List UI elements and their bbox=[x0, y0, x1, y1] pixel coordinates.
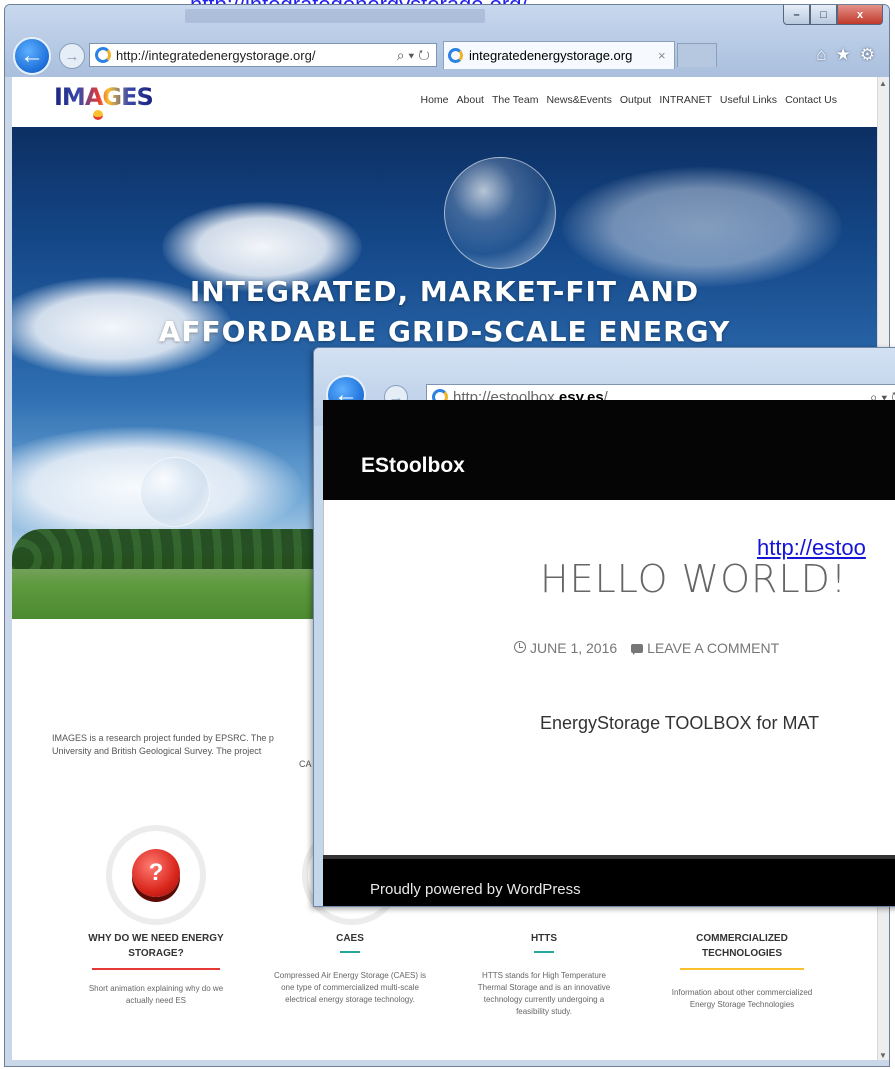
tab-title: integratedenergystorage.org bbox=[469, 48, 633, 63]
close-button[interactable]: x bbox=[837, 5, 883, 25]
forward-button[interactable]: → bbox=[59, 43, 85, 69]
desc-line: Short animation explaining why do we bbox=[88, 984, 224, 993]
nav-output[interactable]: Output bbox=[620, 94, 652, 106]
feature-title-line: TECHNOLOGIES bbox=[701, 948, 782, 959]
tab-close-icon[interactable]: × bbox=[658, 48, 674, 63]
post-date[interactable]: JUNE 1, 2016 bbox=[514, 640, 617, 656]
nav-contact-us[interactable]: Contact Us bbox=[785, 94, 837, 106]
settings-gear-icon[interactable]: ⚙ bbox=[860, 45, 875, 65]
nav-the-team[interactable]: The Team bbox=[492, 94, 539, 106]
feature-description: Information about other commercialized E… bbox=[640, 987, 844, 1011]
nav-news-events[interactable]: News&Events bbox=[546, 94, 611, 106]
site-footer: Proudly powered by WordPress bbox=[323, 855, 895, 906]
feature-title-line: CAES bbox=[336, 933, 364, 944]
comment-text: LEAVE A COMMENT bbox=[647, 640, 780, 656]
feature-divider bbox=[680, 968, 804, 970]
home-icon[interactable]: ⌂ bbox=[816, 45, 826, 65]
leave-comment-link[interactable]: LEAVE A COMMENT bbox=[631, 640, 779, 656]
scroll-up-icon[interactable]: ▲ bbox=[879, 79, 887, 88]
back-button[interactable]: ← bbox=[13, 37, 51, 75]
favorites-star-icon[interactable]: ★ bbox=[836, 45, 851, 65]
window-controls: – □ x bbox=[783, 5, 883, 25]
tab-integratedenergystorage[interactable]: integratedenergystorage.org × bbox=[443, 41, 675, 69]
desc-line: one type of commercialized multi-scale bbox=[281, 983, 419, 992]
powered-by-text[interactable]: Proudly powered by WordPress bbox=[370, 881, 581, 898]
feature-divider bbox=[534, 951, 554, 953]
desc-line: actually need ES bbox=[125, 996, 187, 1005]
feature-title[interactable]: COMMERCIALIZED TECHNOLOGIES bbox=[652, 931, 832, 961]
feature-title-line: STORAGE? bbox=[128, 948, 184, 959]
toolbar-icons: ⌂ ★ ⚙ bbox=[816, 45, 875, 65]
new-tab-button[interactable] bbox=[677, 43, 717, 67]
site-header bbox=[323, 400, 895, 500]
feature-description: HTTS stands for High Temperature Thermal… bbox=[450, 970, 638, 1018]
desc-line: feasibility study. bbox=[516, 1007, 572, 1016]
feature-description: Short animation explaining why do we act… bbox=[64, 983, 248, 1007]
hero-title-line2: AFFORDABLE GRID-SCALE ENERGY bbox=[158, 315, 731, 348]
feature-title-line: HTTS bbox=[530, 933, 558, 944]
main-nav: Home About The Team News&Events Output I… bbox=[421, 94, 838, 106]
post-meta: JUNE 1, 2016 LEAVE A COMMENT bbox=[514, 640, 779, 656]
screenshot: http://integratedenergystorage.org/ – □ … bbox=[0, 0, 895, 1069]
feature-title[interactable]: HTTS bbox=[454, 931, 634, 946]
ie-logo-icon bbox=[448, 48, 463, 63]
back-arrow-icon: ← bbox=[20, 42, 44, 69]
feature-title-line: WHY DO WE NEED ENERGY bbox=[88, 933, 224, 944]
nav-intranet[interactable]: INTRANET bbox=[659, 94, 712, 106]
nav-useful-links[interactable]: Useful Links bbox=[720, 94, 777, 106]
post-body: EnergyStorage TOOLBOX for MAT bbox=[540, 713, 820, 733]
comment-icon bbox=[631, 644, 644, 655]
desc-line: HTTS stands for High Temperature bbox=[482, 971, 606, 980]
site-title[interactable]: EStoolbox bbox=[361, 454, 465, 478]
title-bar-text-ghost bbox=[185, 9, 485, 23]
window-bottom-frame bbox=[5, 1060, 889, 1066]
desc-line: Information about other commercialized bbox=[671, 988, 813, 997]
scroll-down-icon[interactable]: ▼ bbox=[879, 1051, 887, 1060]
desc-line: Energy Storage Technologies bbox=[689, 1000, 795, 1009]
desc-line: electrical energy storage technology. bbox=[285, 995, 415, 1004]
logo-drop-icon bbox=[93, 110, 103, 120]
minimize-button[interactable]: – bbox=[783, 5, 810, 25]
feature-divider bbox=[92, 968, 220, 970]
feature-why-energy-storage[interactable]: ? bbox=[106, 825, 206, 925]
ie-logo-icon bbox=[95, 47, 111, 63]
post-date-text: JUNE 1, 2016 bbox=[530, 640, 618, 656]
site-header: IMAGES Home About The Team News&Events O… bbox=[12, 77, 877, 127]
search-refresh-icons[interactable]: ⌕ ▾ ↻ bbox=[384, 47, 436, 64]
feature-description: Compressed Air Energy Storage (CAES) is … bbox=[248, 970, 452, 1006]
nav-about[interactable]: About bbox=[457, 94, 484, 106]
browser-window-estoolbox: ← → http://estoolbox.esy.es/ ⌕ ▾ ↻ EStoo… bbox=[313, 347, 895, 907]
bubble-image bbox=[140, 457, 210, 527]
question-mark-icon: ? bbox=[132, 849, 180, 897]
feature-title[interactable]: CAES bbox=[260, 931, 440, 946]
desc-line: Thermal Storage and is an innovative bbox=[477, 983, 611, 992]
hero-title-line1: INTEGRATED, MARKET-FIT AND bbox=[189, 275, 700, 308]
maximize-button[interactable]: □ bbox=[810, 5, 837, 25]
post-content: http://estoo HELLO WORLD! JUNE 1, 2016 L… bbox=[323, 500, 895, 855]
clock-icon bbox=[514, 641, 526, 653]
feature-title[interactable]: WHY DO WE NEED ENERGY STORAGE? bbox=[66, 931, 246, 961]
nav-home[interactable]: Home bbox=[421, 94, 449, 106]
forward-arrow-icon: → bbox=[64, 47, 80, 65]
images-logo[interactable]: IMAGES bbox=[54, 83, 154, 111]
bubble-image bbox=[444, 157, 556, 269]
feature-divider bbox=[340, 951, 360, 953]
desc-line: Compressed Air Energy Storage (CAES) is bbox=[273, 971, 427, 980]
address-bar[interactable]: http://integratedenergystorage.org/ ⌕ ▾ … bbox=[89, 43, 437, 67]
address-url[interactable]: http://integratedenergystorage.org/ bbox=[116, 48, 384, 63]
feature-title-line: COMMERCIALIZED bbox=[696, 933, 788, 944]
desc-line: technology currently undergoing a bbox=[483, 995, 605, 1004]
post-title[interactable]: HELLO WORLD! bbox=[540, 557, 847, 601]
feature-icon-ring: ? bbox=[106, 825, 206, 925]
cloud-image bbox=[562, 167, 842, 287]
